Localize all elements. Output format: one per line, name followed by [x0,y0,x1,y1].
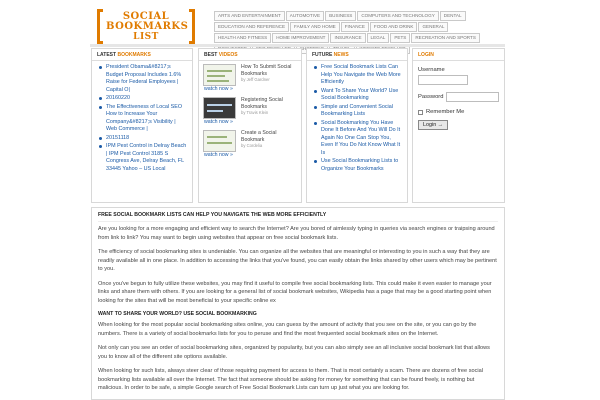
panel-heading: Latest Bookmarks [92,49,192,61]
username-label: Username [418,67,445,73]
bookmark-list: President Obama&#8217;s Budget Proposal … [92,61,192,173]
list-item[interactable]: Simple and Convenient Social Bookmarking… [313,104,403,119]
video-item: Create a Social Bookmark by Cordelia watc… [203,130,297,160]
category-link[interactable]: General [418,22,449,32]
password-row: Password [418,92,499,102]
list-item[interactable]: Free Social Bookmark Lists Can Help You … [313,64,403,87]
login-panel: Login Username Password Remember Me Logi… [412,48,505,203]
logo-bracket-left [97,9,103,44]
login-form: Username Password Remember Me Login → [413,61,504,136]
category-link[interactable]: Dental [439,11,466,21]
category-link[interactable]: Computers and Technology [357,11,439,21]
list-item[interactable]: President Obama&#8217;s Budget Proposal … [98,64,188,94]
video-title[interactable]: How To Submit Social Bookmarks by Jeff Ga… [241,64,301,84]
article-content: Free Social Bookmark Lists Can Help You … [91,207,505,400]
category-link[interactable]: Legal [366,33,390,43]
remember-me-row: Remember Me [418,109,499,115]
list-item[interactable]: 20151118 [98,135,188,143]
password-field[interactable] [446,92,499,102]
logo-bracket-right [189,9,195,44]
panel-heading: Best Videos [199,49,301,61]
login-button[interactable]: Login → [418,120,449,130]
category-link[interactable]: Education and Reference [214,22,290,32]
article-heading[interactable]: Want to Share Your World? Use Social Boo… [98,311,498,317]
video-item: How To Submit Social Bookmarks by Jeff Ga… [203,64,297,94]
category-link[interactable]: Health and Fitness [214,33,272,43]
list-item[interactable]: Use Social Bookmarking Lists to Organize… [313,158,403,173]
category-link[interactable]: Food and Drink [369,22,418,32]
video-title[interactable]: Create a Social Bookmark by Cordelia [241,130,301,150]
watch-now-link[interactable]: watch now » [204,86,233,92]
list-item[interactable]: The Effectiveness of Local SEO How to In… [98,104,188,134]
list-item[interactable]: Want To Share Your World? Use Social Boo… [313,88,403,103]
panel-heading: Login [413,49,504,61]
article-heading[interactable]: Free Social Bookmark Lists Can Help You … [98,212,498,222]
category-link[interactable]: Pets [390,33,411,43]
category-link[interactable]: Automotive [285,11,325,21]
video-thumbnail[interactable] [203,97,236,119]
news-list: Free Social Bookmark Lists Can Help You … [307,61,407,173]
password-label: Password [418,94,444,100]
panel-heading: Future News [307,49,407,61]
site-logo[interactable]: SOCIAL BOOKMARKS LIST [97,9,195,44]
list-item[interactable]: 20160220 [98,95,188,103]
list-item[interactable]: IPM Pest Control in Delray Beach | IPM P… [98,143,188,173]
category-link[interactable]: Insurance [330,33,366,43]
list-item[interactable]: Social Bookmarking You Have Done It Befo… [313,120,403,158]
paragraph: When looking for such lists, always stee… [98,368,484,391]
category-link[interactable]: Family and Home [290,22,340,32]
category-link[interactable]: Business [325,11,357,21]
logo-line-2: BOOKMARKS [106,21,189,32]
paragraph: Are you looking for a more engaging and … [98,226,495,241]
paragraph: Once you've begun to fully utilize these… [98,280,492,304]
paragraph: The efficiency of social bookmarking sit… [98,249,497,272]
category-link[interactable]: Arts and Entertainment [214,11,285,21]
paragraph: When looking for the most popular social… [98,322,477,337]
category-link[interactable]: Finance [340,22,369,32]
remember-me-checkbox[interactable] [418,109,423,115]
header-divider [90,44,505,47]
video-item: Registering Social Bookmarks by Travis Kl… [203,97,297,127]
logo-line-3: LIST [133,32,159,42]
category-link[interactable]: Recreation and Sports [411,33,480,43]
paragraph: Not only can you see an order of social … [98,345,490,360]
watch-now-link[interactable]: watch now » [204,152,233,158]
video-thumbnail[interactable] [203,130,236,152]
remember-me-label: Remember Me [426,109,465,115]
future-news-panel: Future News Free Social Bookmark Lists C… [306,48,408,203]
latest-bookmarks-panel: Latest Bookmarks President Obama&#8217;s… [91,48,193,203]
video-title[interactable]: Registering Social Bookmarks by Travis Kl… [241,97,301,117]
username-field[interactable] [418,75,468,85]
watch-now-link[interactable]: watch now » [204,119,233,125]
video-thumbnail[interactable] [203,64,236,86]
category-link[interactable]: Home Improvement [272,33,330,43]
best-videos-panel: Best Videos How To Submit Social Bookmar… [198,48,302,203]
